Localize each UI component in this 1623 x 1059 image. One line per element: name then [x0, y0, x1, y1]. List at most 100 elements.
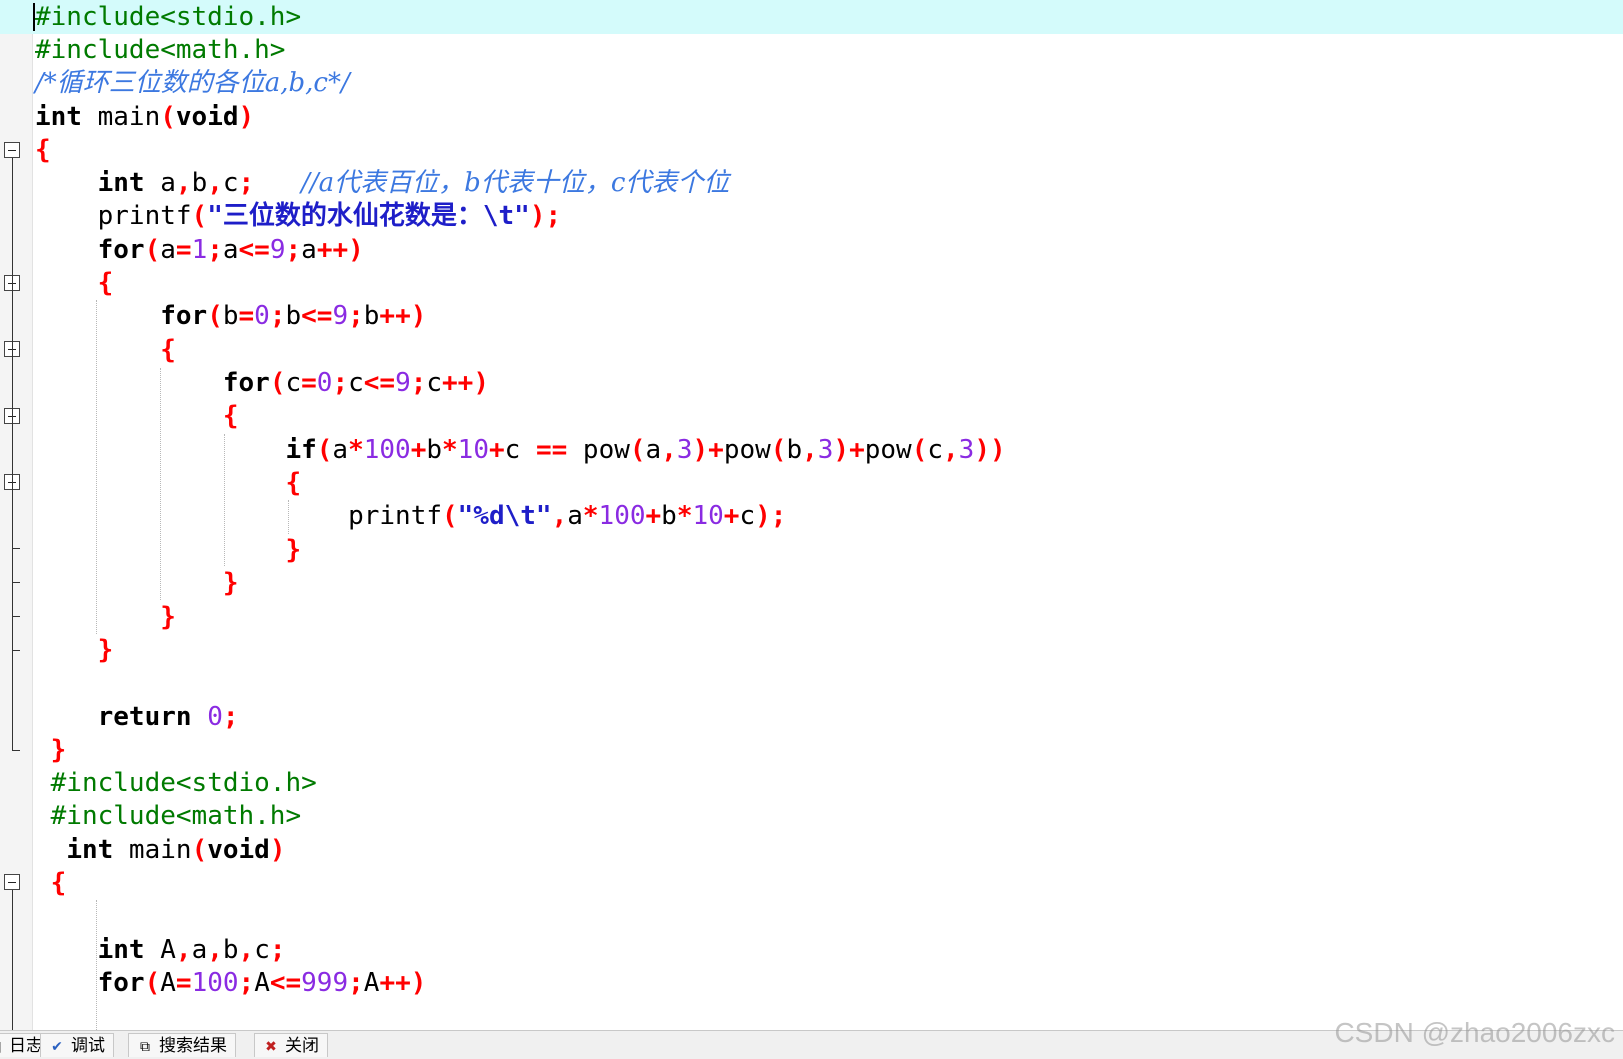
code-token: "三位数的水仙花数是：\t" — [207, 201, 530, 231]
code-line[interactable]: int A,a,b,c; — [0, 933, 1623, 967]
code-line[interactable]: int a,b,c; //a代表百位，b代表十位，c代表个位 — [0, 166, 1623, 200]
code-text: { — [35, 266, 114, 300]
code-line[interactable]: } — [0, 566, 1623, 600]
search-results-icon: ⧉ — [140, 1038, 150, 1054]
code-line[interactable]: #include<math.h> — [0, 33, 1623, 67]
code-line[interactable]: return 0; — [0, 700, 1623, 734]
code-line[interactable]: for(b=0;b<=9;b++) — [0, 299, 1623, 333]
code-line[interactable]: { — [0, 333, 1623, 367]
code-token: #include<stdio.h> — [50, 768, 317, 798]
code-token: main — [81, 102, 161, 132]
code-text: for(c=0;c<=9;c++) — [35, 366, 489, 400]
code-token: b — [786, 435, 803, 465]
code-token: c — [504, 435, 536, 465]
code-line[interactable]: #include<math.h> — [0, 799, 1623, 833]
code-line[interactable]: printf("%d\t",a*100+b*10+c); — [0, 499, 1623, 533]
code-token: pow — [723, 435, 771, 465]
code-text: } — [35, 600, 176, 634]
code-line[interactable]: /*循环三位数的各位a,b,c*/ — [0, 66, 1623, 100]
code-token: = — [238, 301, 255, 331]
code-token: a — [301, 235, 317, 265]
code-line[interactable]: { — [0, 866, 1623, 900]
code-token: /*循环三位数的各位a,b,c*/ — [35, 68, 350, 98]
code-token: , — [943, 435, 959, 465]
code-token: c — [927, 435, 944, 465]
code-token: , — [207, 168, 223, 198]
code-line[interactable]: int main(void) — [0, 100, 1623, 134]
code-token: c — [426, 368, 443, 398]
tab-close[interactable]: ✖ 关闭 — [254, 1033, 328, 1057]
code-editor[interactable]: #include<stdio.h> #include<math.h>/*循环三位数… — [0, 0, 1623, 1030]
code-line[interactable]: } — [0, 533, 1623, 567]
code-text: { — [35, 399, 239, 433]
code-token: 1 — [191, 235, 208, 265]
code-line[interactable]: for(a=1;a<=9;a++) — [0, 233, 1623, 267]
code-line[interactable]: { — [0, 133, 1623, 167]
code-token: = — [301, 368, 317, 398]
code-text: } — [35, 533, 301, 567]
code-token: 0 — [207, 702, 223, 732]
code-token: , — [238, 935, 255, 965]
code-line[interactable]: #include<stdio.h> — [0, 766, 1623, 800]
code-text: #include<math.h> — [35, 33, 285, 67]
code-token: ) — [238, 102, 255, 132]
code-text: int main(void) — [35, 100, 254, 134]
code-token: ; — [238, 968, 255, 998]
code-token: if — [285, 435, 317, 465]
tab-debug[interactable]: ✔ 调试 — [40, 1033, 114, 1057]
code-token: void — [207, 835, 270, 865]
code-line[interactable]: } — [0, 633, 1623, 667]
tab-close-label: 关闭 — [285, 1036, 319, 1055]
code-line[interactable]: for(c=0;c<=9;c++) — [0, 366, 1623, 400]
code-token: a — [160, 235, 176, 265]
code-token: } — [160, 602, 176, 632]
code-line[interactable]: printf("三位数的水仙花数是：\t"); — [0, 199, 1623, 233]
code-line[interactable]: int main(void) — [0, 833, 1623, 867]
code-text: { — [35, 133, 51, 167]
code-token: * — [582, 501, 599, 531]
log-icon: ▤ — [0, 1038, 3, 1054]
code-token: + — [488, 435, 505, 465]
code-token: ( — [191, 835, 208, 865]
code-token: )+ — [692, 435, 724, 465]
code-token: <= — [363, 368, 396, 398]
code-token: A — [363, 968, 380, 998]
code-line[interactable] — [0, 666, 1623, 700]
code-token: a — [191, 935, 208, 965]
code-token: 3 — [958, 435, 975, 465]
code-token: "%d\t" — [457, 501, 552, 531]
code-text: } — [35, 566, 239, 600]
code-line[interactable]: for(A=100;A<=999;A++) — [0, 966, 1623, 1000]
code-line[interactable]: { — [0, 266, 1623, 300]
code-token: #include<math.h> — [50, 801, 302, 831]
code-token: 9 — [269, 235, 286, 265]
code-line[interactable]: } — [0, 600, 1623, 634]
code-token: printf — [348, 501, 442, 531]
code-token: { — [222, 401, 239, 431]
code-token: <= — [238, 235, 270, 265]
code-line[interactable]: #include<stdio.h> — [0, 0, 1623, 34]
code-text: /*循环三位数的各位a,b,c*/ — [35, 66, 350, 100]
code-line[interactable] — [0, 899, 1623, 933]
close-icon: ✖ — [265, 1038, 277, 1054]
code-text: { — [35, 866, 67, 900]
code-line[interactable]: { — [0, 399, 1623, 433]
code-line[interactable]: } — [0, 733, 1623, 767]
code-token: ; — [348, 301, 364, 331]
code-token: a — [144, 168, 176, 198]
code-text: int main(void) — [35, 833, 285, 867]
code-line[interactable]: { — [0, 466, 1623, 500]
code-token: #include<math.h> — [35, 35, 286, 65]
code-token: { — [160, 335, 176, 365]
code-token: } — [50, 735, 67, 765]
tab-search-results[interactable]: ⧉ 搜索结果 — [128, 1033, 236, 1057]
code-token: #include<stdio.h> — [35, 2, 302, 32]
code-token: a — [567, 501, 583, 531]
code-line[interactable]: if(a*100+b*10+c == pow(a,3)+pow(b,3)+pow… — [0, 433, 1623, 467]
